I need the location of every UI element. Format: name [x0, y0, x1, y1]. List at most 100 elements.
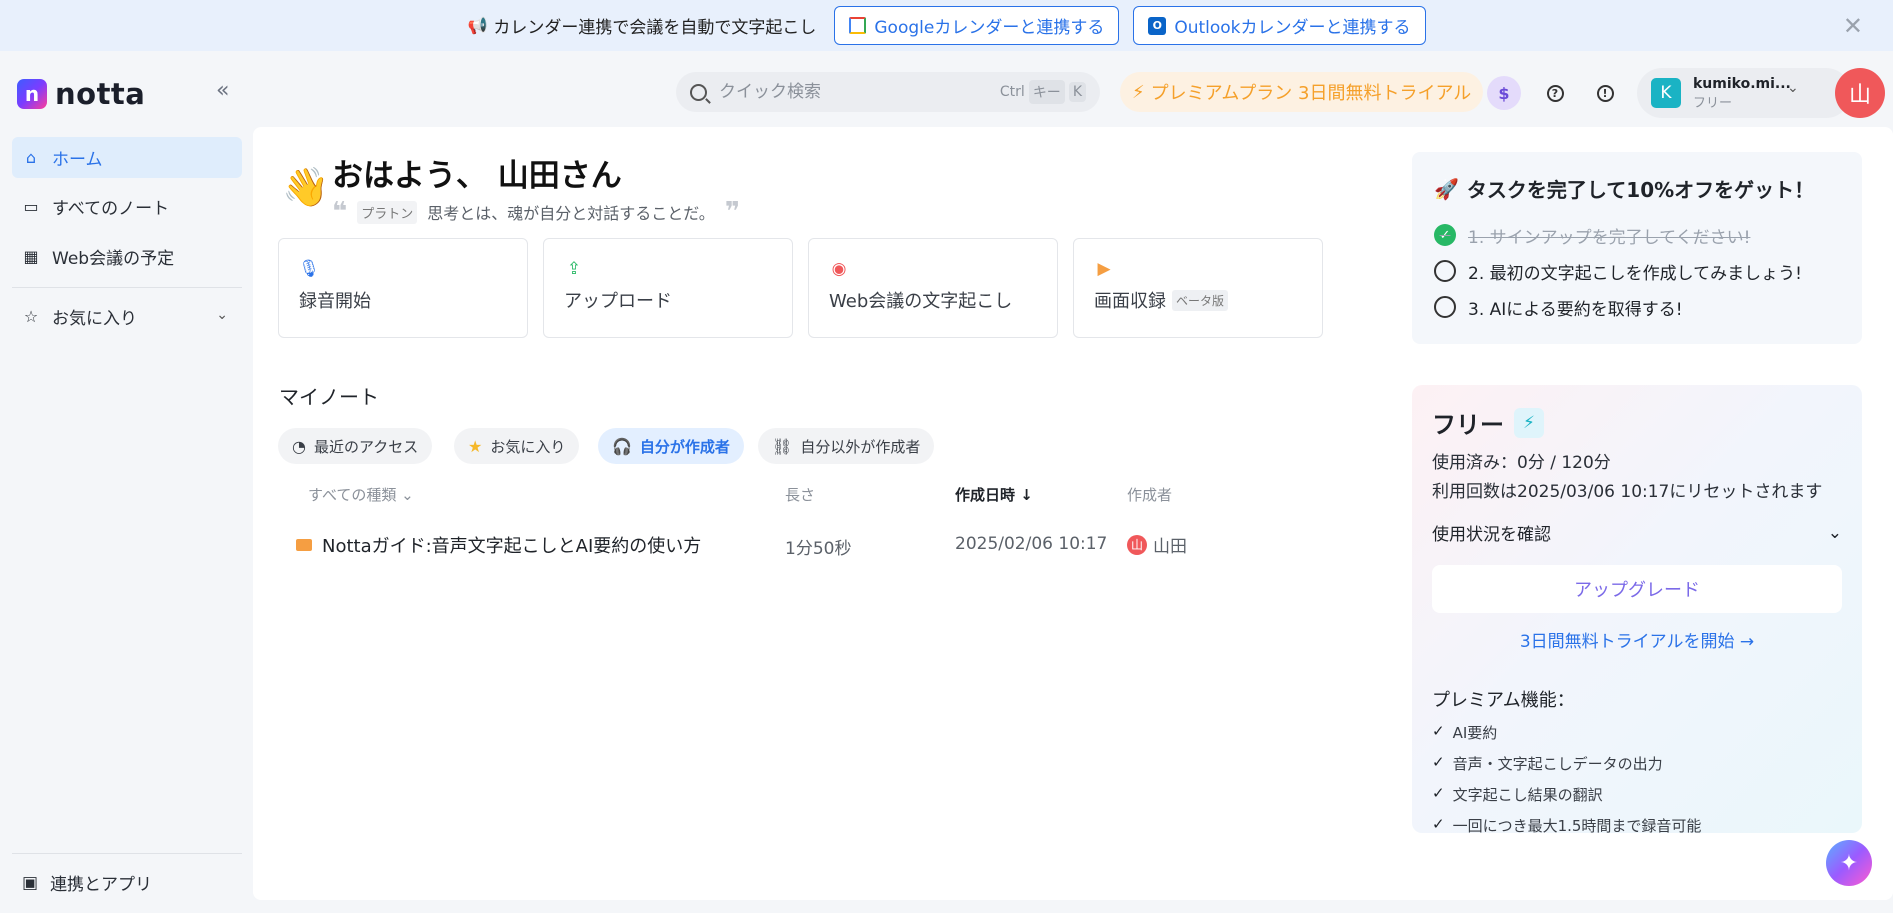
task-item[interactable]: 2. 最初の文字起こしを作成してみましょう!	[1434, 253, 1840, 289]
check-icon: ✓	[1434, 224, 1456, 246]
sidebar-item-all-notes[interactable]: ▭ すべてのノート	[12, 186, 242, 227]
web-meeting-transcribe-button[interactable]: ◉ Web会議の文字起こし	[808, 238, 1058, 338]
record-button[interactable]: 🎙 録音開始	[278, 238, 528, 338]
close-icon[interactable]: ✕	[1843, 12, 1863, 40]
shortcut-ctrl: Ctrl	[999, 84, 1025, 100]
upload-icon: ⇪	[566, 259, 582, 279]
upgrade-button[interactable]: アップグレード	[1432, 565, 1842, 613]
check-icon: ✓	[1432, 753, 1445, 771]
usage-toggle[interactable]: 使用状況を確認 ⌄	[1432, 520, 1842, 546]
plan-reset: 利用回数は2025/03/06 10:17にリセットされます	[1432, 482, 1823, 502]
column-created-label: 作成日時	[955, 486, 1016, 504]
feature-label: 文字起こし結果の翻訳	[1452, 786, 1603, 804]
page-title: おはよう、 山田さん	[332, 158, 622, 194]
google-calendar-button[interactable]: Googleカレンダーと連携する	[834, 6, 1120, 45]
notta-logo[interactable]: n notta	[17, 77, 145, 111]
banner-text: カレンダー連携で会議を自動で文字起こし	[493, 18, 817, 38]
waving-hand-icon: 👋	[282, 165, 330, 209]
plan-title: フリー	[1432, 411, 1504, 439]
table-row[interactable]: Nottaガイド:音声文字起こしとAI要約の使い方	[296, 532, 702, 558]
column-author[interactable]: 作成者	[1127, 484, 1172, 505]
coin-icon[interactable]: $	[1487, 76, 1521, 110]
briefcase-icon: ▣	[22, 872, 39, 893]
quote-text: 思考とは、魂が自分と対話することだ。	[427, 204, 715, 223]
filter-label: 自分以外が作成者	[800, 437, 921, 456]
filter-created-by-me[interactable]: 🎧 自分が作成者	[598, 428, 744, 464]
premium-trial-button[interactable]: ⚡ プレミアムプラン 3日間無料トライアル	[1120, 72, 1484, 112]
user-avatar: K	[1651, 78, 1681, 108]
user-name: kumiko.mi...	[1693, 75, 1791, 92]
sidebar-divider	[12, 853, 242, 854]
google-calendar-icon	[849, 17, 867, 34]
sidebar-item-label: ホーム	[52, 150, 103, 170]
collapse-sidebar-icon[interactable]: «	[216, 78, 229, 103]
plan-card: フリー ⚡ 使用済み：0分 / 120分 利用回数は2025/03/06 10:…	[1412, 385, 1862, 835]
star-icon: ★	[468, 436, 483, 456]
upload-button[interactable]: ⇪ アップロード	[543, 238, 793, 338]
plan-usage: 使用済み：0分 / 120分	[1432, 453, 1611, 473]
search-icon	[690, 83, 707, 101]
shortcut-key-label: キー	[1028, 80, 1065, 104]
column-length[interactable]: 長さ	[785, 484, 815, 505]
filter-recent[interactable]: ◔ 最近のアクセス	[278, 428, 433, 464]
circle-icon	[1434, 260, 1456, 282]
banner-message: 📢 カレンダー連携で会議を自動で文字起こし	[467, 13, 816, 38]
sidebar-divider	[12, 287, 242, 288]
google-calendar-button-label: Googleカレンダーと連携する	[874, 18, 1105, 38]
logo-mark: n	[17, 79, 47, 109]
quote-close-icon: ❞	[724, 197, 741, 227]
daily-quote: ❝ プラトン 思考とは、魂が自分と対話することだ。 ❞	[332, 199, 740, 225]
home-icon: ⌂	[25, 148, 37, 167]
upload-label: アップロード	[564, 291, 672, 312]
logo-text: notta	[55, 77, 146, 111]
video-icon	[296, 539, 312, 551]
note-title: Nottaガイド:音声文字起こしとAI要約の使い方	[322, 536, 702, 557]
ai-assistant-sparkle-icon[interactable]: ✦	[1826, 840, 1872, 886]
feature-item: ✓ AI要約	[1432, 722, 1842, 743]
task-item[interactable]: 3. AIによる要約を取得する!	[1434, 289, 1840, 325]
filter-favorites[interactable]: ★ お気に入り	[454, 428, 580, 464]
quick-search[interactable]: Ctrl キー K	[676, 72, 1100, 112]
user-info: kumiko.mi... フリー	[1693, 76, 1791, 111]
rocket-icon: 🚀	[1434, 176, 1459, 201]
search-input[interactable]	[719, 82, 996, 102]
screen-record-button[interactable]: ▶ 画面収録 ベータ版	[1073, 238, 1323, 338]
integrations-label: 連携とアプリ	[50, 875, 153, 895]
headphones-icon: 🎧	[612, 436, 632, 456]
star-icon: ☆	[23, 307, 39, 326]
lightning-icon: ⚡	[1514, 407, 1544, 438]
filter-created-by-others[interactable]: ⛓ 自分以外が作成者	[758, 428, 935, 464]
sidebar-item-favorites[interactable]: ☆ お気に入り ⌄	[12, 296, 242, 337]
user-menu[interactable]: K kumiko.mi... フリー ⌄	[1637, 68, 1851, 118]
video-icon: ▶	[1097, 259, 1111, 279]
filter-label: 最近のアクセス	[313, 437, 419, 456]
features-title: プレミアム機能：	[1432, 690, 1575, 711]
avatar[interactable]: 山	[1835, 68, 1885, 118]
megaphone-icon: 📢	[467, 16, 488, 35]
bot-icon: ◉	[831, 259, 847, 279]
circle-icon	[1434, 296, 1456, 318]
outlook-calendar-button-label: Outlookカレンダーと連携する	[1174, 18, 1411, 38]
column-type[interactable]: すべての種類 ⌄	[308, 484, 414, 505]
integrations-link[interactable]: ▣ 連携とアプリ	[22, 870, 153, 896]
column-created[interactable]: 作成日時 ↓	[955, 484, 1033, 505]
author-name: 山田	[1153, 537, 1187, 557]
sidebar-item-home[interactable]: ⌂ ホーム	[12, 137, 242, 178]
chevron-down-icon: ⌄	[216, 307, 228, 323]
chevron-down-icon: ⌄	[1787, 80, 1799, 96]
sidebar-item-meetings[interactable]: ▦ Web会議の予定	[12, 236, 242, 277]
start-trial-link[interactable]: 3日間無料トライアルを開始 →	[1432, 627, 1842, 652]
outlook-calendar-button[interactable]: O Outlookカレンダーと連携する	[1133, 6, 1426, 45]
feature-label: AI要約	[1452, 724, 1498, 742]
my-notes-title: マイノート	[279, 385, 379, 409]
filter-label: お気に入り	[490, 437, 566, 456]
help-icon[interactable]: ?	[1538, 76, 1572, 110]
microphone-icon: 🎙	[298, 259, 320, 279]
record-label: 録音開始	[299, 291, 371, 312]
feature-label: 一回につき最大1.5時間まで録音可能	[1452, 817, 1702, 835]
calendar-icon: ▦	[23, 247, 39, 266]
lightbulb-icon[interactable]: !	[1588, 76, 1622, 110]
task-item[interactable]: ✓ 1. サインアップを完了してください!	[1434, 217, 1840, 253]
lightning-icon: ⚡	[1132, 81, 1145, 103]
sidebar-item-label: お気に入り	[52, 309, 137, 329]
